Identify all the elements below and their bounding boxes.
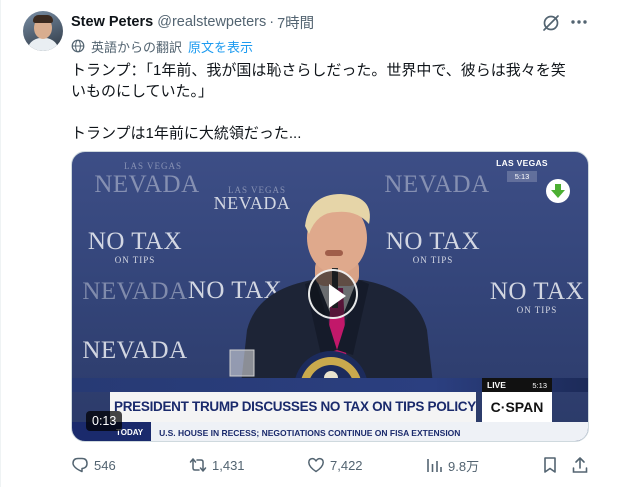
share-icon — [572, 457, 588, 473]
backdrop-text: ON TIPS — [114, 255, 156, 265]
backdrop-text: NO TAX — [489, 278, 585, 305]
live-clock: 5:13 — [532, 380, 547, 390]
chyron-headline: PRESIDENT TRUMP DISCUSSES NO TAX ON TIPS… — [110, 392, 476, 422]
separator-dot: · — [269, 14, 275, 30]
translation-row: 英語からの翻訳 原文を表示 — [71, 37, 253, 55]
views-button[interactable]: 9.8万 — [425, 454, 479, 476]
play-icon — [329, 284, 346, 308]
repost-icon — [189, 458, 207, 472]
ticker-text: U.S. HOUSE IN RECESS; NEGOTIATIONS CONTI… — [159, 427, 461, 438]
show-original-link[interactable]: 原文を表示 — [188, 37, 253, 56]
like-count: 7,422 — [330, 457, 363, 473]
location-label: LAS VEGAS — [496, 158, 548, 168]
location-clock: 5:13 — [507, 171, 537, 182]
video-player[interactable]: LAS VEGAS NEVADA LAS VEGAS NEVADA NEVADA… — [71, 151, 589, 442]
more-icon[interactable] — [569, 12, 589, 32]
repost-button[interactable]: 1,431 — [189, 454, 245, 476]
live-indicator: LIVE 5:13 — [482, 378, 552, 392]
author-name[interactable]: Stew Peters — [71, 14, 153, 30]
location-bug: LAS VEGAS 5:13 — [492, 158, 552, 182]
tweet-text: トランプ：「1年前、我が国は恥さらしだった。世界中で、彼らは我々を笑 いものにし… — [71, 60, 591, 144]
news-ticker: TODAY U.S. HOUSE IN RECESS; NEGOTIATIONS… — [72, 422, 588, 441]
live-label: LIVE — [487, 380, 506, 390]
translation-label: 英語からの翻訳 — [91, 39, 183, 55]
views-count: 9.8万 — [448, 458, 480, 474]
reply-icon — [72, 457, 88, 473]
like-button[interactable]: 7,422 — [307, 454, 363, 476]
network-logo: C·SPAN — [482, 392, 552, 422]
water-glass — [229, 349, 255, 377]
backdrop-text: NEVADA — [94, 171, 200, 198]
tweet-header: Stew Peters @realstewpeters · 7時間 — [71, 12, 314, 32]
repost-count: 1,431 — [212, 457, 245, 473]
tweet-text-line-2: いものにしていた。」 — [71, 83, 214, 100]
author-handle[interactable]: @realstewpeters — [157, 14, 266, 30]
backdrop-text: NEVADA — [82, 337, 188, 364]
video-duration: 0:13 — [86, 411, 123, 431]
bookmark-button[interactable] — [541, 454, 564, 476]
backdrop-text: NEVADA — [82, 278, 188, 305]
tweet-text-line-1: トランプ：「1年前、我が国は恥さらしだった。世界中で、彼らは我々を笑 — [71, 62, 566, 79]
reply-button[interactable]: 546 — [71, 454, 116, 476]
bookmark-icon — [544, 457, 556, 473]
globe-icon — [71, 39, 85, 53]
play-button[interactable] — [308, 269, 358, 319]
tweet[interactable]: Stew Peters @realstewpeters · 7時間 英語からの翻… — [0, 0, 628, 487]
grok-icon[interactable] — [541, 13, 561, 33]
download-icon[interactable] — [546, 179, 570, 203]
heart-icon — [308, 457, 324, 473]
tweet-text-line-3: トランプは1年前に大統領だった... — [71, 125, 302, 142]
backdrop-text: LAS VEGAS — [123, 161, 183, 171]
avatar[interactable] — [23, 11, 63, 51]
reply-count: 546 — [94, 457, 116, 473]
avatar-shirt — [27, 38, 59, 51]
action-bar: 546 1,431 7,422 9.8万 — [71, 454, 591, 476]
share-button[interactable] — [571, 454, 594, 476]
avatar-hair — [33, 15, 53, 23]
backdrop-text: NO TAX — [87, 228, 183, 255]
timestamp[interactable]: 7時間 — [277, 12, 314, 33]
views-icon — [427, 459, 442, 472]
backdrop-text: ON TIPS — [516, 305, 558, 315]
